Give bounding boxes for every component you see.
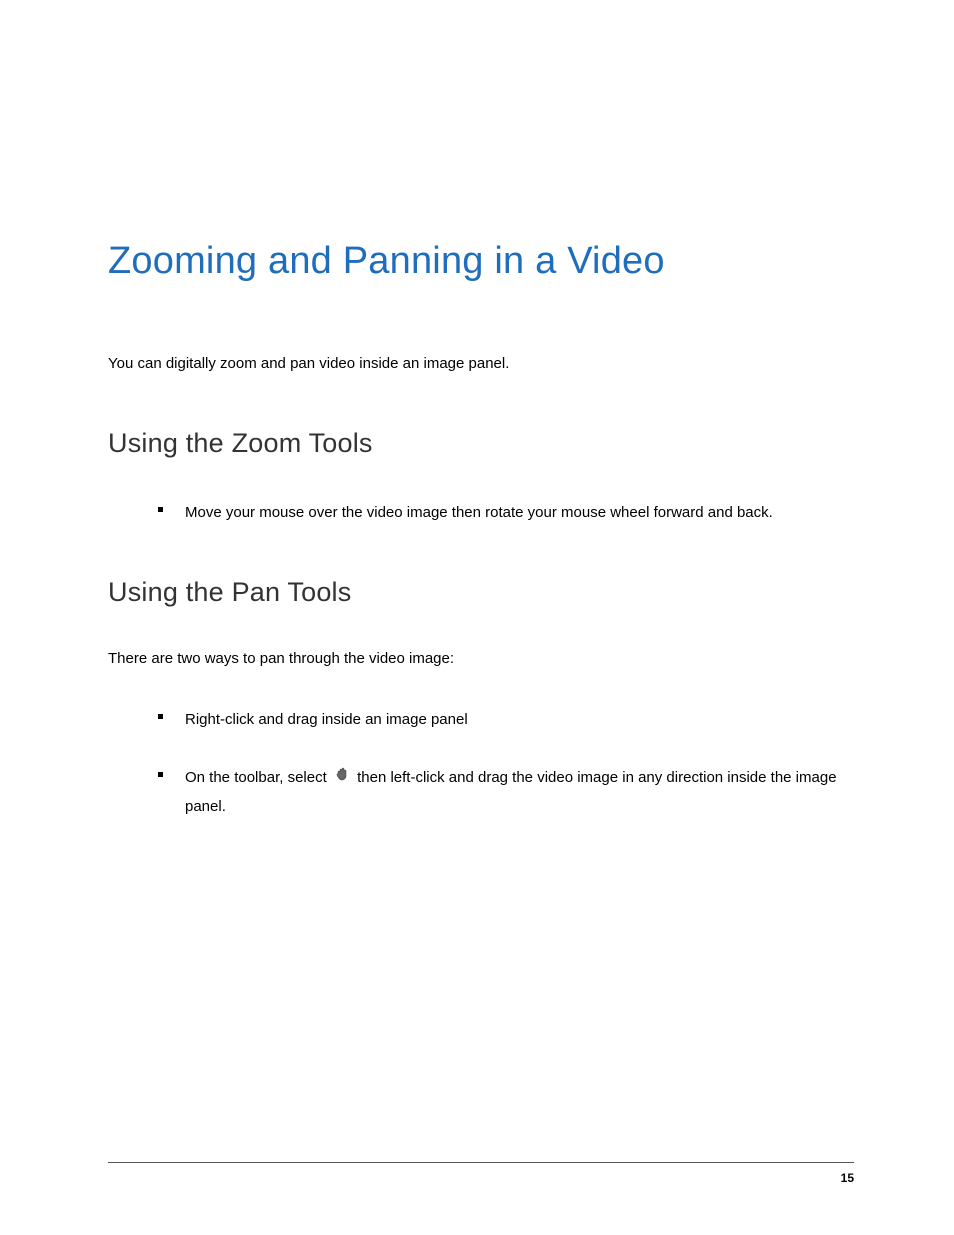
pan-list: Right-click and drag inside an image pan… <box>108 706 854 822</box>
bullet-icon <box>158 507 163 512</box>
list-text: On the toolbar, select then left-click a… <box>185 764 854 821</box>
footer-divider <box>108 1162 854 1163</box>
zoom-list: Move your mouse over the video image the… <box>108 499 854 528</box>
list-text: Right-click and drag inside an image pan… <box>185 706 468 735</box>
text-before-icon: On the toolbar, select <box>185 769 331 786</box>
bullet-icon <box>158 772 163 777</box>
pan-intro-paragraph: There are two ways to pan through the vi… <box>108 648 854 671</box>
list-item: Move your mouse over the video image the… <box>158 499 854 528</box>
list-text: Move your mouse over the video image the… <box>185 499 773 528</box>
page-number: 15 <box>841 1171 854 1185</box>
bullet-icon <box>158 714 163 719</box>
zoom-section-heading: Using the Zoom Tools <box>108 428 854 459</box>
list-item: On the toolbar, select then left-click a… <box>158 764 854 821</box>
page-title: Zooming and Panning in a Video <box>108 240 854 283</box>
list-item: Right-click and drag inside an image pan… <box>158 706 854 735</box>
intro-paragraph: You can digitally zoom and pan video ins… <box>108 353 854 376</box>
document-page: Zooming and Panning in a Video You can d… <box>0 0 954 821</box>
pan-section-heading: Using the Pan Tools <box>108 577 854 608</box>
hand-icon <box>334 764 350 793</box>
